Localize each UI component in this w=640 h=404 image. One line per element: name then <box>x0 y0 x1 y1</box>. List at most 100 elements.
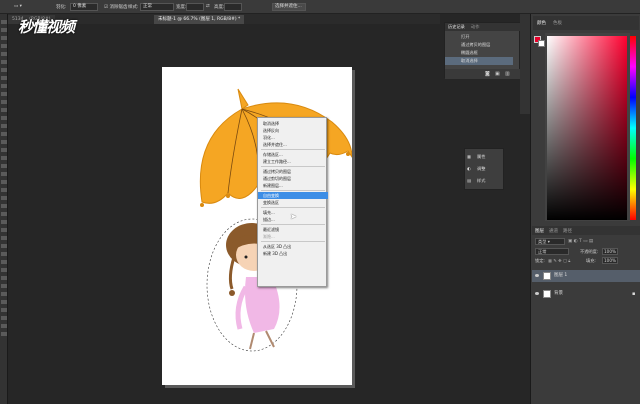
tab-document-2[interactable]: 未标题-1 @ 66.7% (图层 1, RGB/8#) * <box>154 15 245 24</box>
tool-icon[interactable] <box>1 84 7 88</box>
style-select[interactable]: 正常 <box>140 3 174 11</box>
visibility-eye-icon[interactable] <box>535 274 539 277</box>
height-input[interactable] <box>224 3 242 11</box>
styles-button[interactable]: ▤ 样式 <box>465 175 505 187</box>
tool-icon[interactable] <box>1 196 7 200</box>
color-field[interactable] <box>547 36 627 220</box>
width-label: 宽度: <box>176 5 187 10</box>
menu-item[interactable]: 通过剪切的图层 <box>258 175 328 182</box>
camera-icon[interactable]: ▣ <box>495 71 500 77</box>
history-item-selected[interactable]: 取消选择 <box>445 57 513 65</box>
tool-icon[interactable] <box>1 188 7 192</box>
tool-icon[interactable] <box>1 308 7 312</box>
tool-icon[interactable] <box>1 52 7 56</box>
visibility-eye-icon[interactable] <box>535 292 539 295</box>
tool-icon[interactable] <box>1 108 7 112</box>
tool-icon[interactable] <box>1 324 7 328</box>
hue-slider[interactable] <box>630 36 636 220</box>
tool-icon[interactable] <box>1 284 7 288</box>
tool-icon[interactable] <box>1 204 7 208</box>
tool-icon[interactable] <box>1 236 7 240</box>
menu-item[interactable]: 存储选区... <box>258 151 328 158</box>
trash-icon[interactable]: ▥ <box>505 71 510 77</box>
tool-icon[interactable] <box>1 244 7 248</box>
tool-icon[interactable] <box>1 172 7 176</box>
width-input[interactable] <box>186 3 204 11</box>
tool-icon[interactable] <box>1 68 7 72</box>
background-color-swatch[interactable] <box>538 40 545 47</box>
tool-icon[interactable] <box>1 20 7 24</box>
menu-item[interactable]: 通过拷贝的图层 <box>258 168 328 175</box>
menu-item-highlighted[interactable]: 自由变换 <box>258 192 328 199</box>
tool-icon[interactable] <box>1 116 7 120</box>
tool-icon[interactable] <box>1 124 7 128</box>
menu-item[interactable]: 羽化... <box>258 134 328 141</box>
tab-channels[interactable]: 通道 <box>549 228 558 234</box>
tool-icon[interactable] <box>1 332 7 336</box>
tool-icon[interactable] <box>1 148 7 152</box>
antialias-label: 消除锯齿 <box>109 5 128 10</box>
menu-item[interactable]: 选择并遮住... <box>258 141 328 148</box>
tab-color[interactable]: 颜色 <box>537 20 546 26</box>
history-item[interactable]: 椭圆选框 <box>445 49 513 57</box>
menu-item[interactable]: 最近滤镜 <box>258 226 328 233</box>
menu-item[interactable]: 取消选择 <box>258 120 328 127</box>
tool-icon[interactable] <box>1 92 7 96</box>
tool-icon[interactable] <box>1 252 7 256</box>
layer-row[interactable]: 背景 ▪ <box>532 288 640 300</box>
tool-icon[interactable] <box>1 180 7 184</box>
watermark-logo: 秒懂视频 <box>18 18 75 36</box>
select-and-mask-button[interactable]: 选择并遮住... <box>272 3 306 11</box>
tool-icon[interactable] <box>1 228 7 232</box>
properties-label: 属性 <box>477 154 486 159</box>
tool-icon[interactable] <box>1 76 7 80</box>
tool-icon[interactable] <box>1 300 7 304</box>
tool-icon[interactable] <box>1 132 7 136</box>
tool-icon[interactable] <box>1 164 7 168</box>
tool-icon[interactable] <box>1 36 7 40</box>
tool-icon[interactable] <box>1 60 7 64</box>
blend-mode-select[interactable]: 正常 <box>535 248 569 255</box>
tool-icon[interactable] <box>1 28 7 32</box>
layer-row-selected[interactable]: 图层 1 <box>532 270 640 282</box>
swap-icon[interactable]: ⇄ <box>206 4 210 9</box>
tool-icon[interactable] <box>1 268 7 272</box>
tool-icon[interactable] <box>1 44 7 48</box>
antialias-checkbox[interactable]: ☑ 消除锯齿 <box>104 4 127 10</box>
tab-history[interactable]: 历史记录 <box>448 24 465 30</box>
tool-icon[interactable] <box>1 276 7 280</box>
tool-icon[interactable] <box>1 316 7 320</box>
history-item[interactable]: 打开 <box>445 33 513 41</box>
tool-icon[interactable] <box>1 260 7 264</box>
tab-actions[interactable]: 动作 <box>471 24 479 30</box>
feather-input[interactable]: 0 像素 <box>70 3 98 11</box>
layer-filter-kind[interactable]: 类型 ▾ <box>535 238 565 245</box>
tool-icon[interactable] <box>1 212 7 216</box>
tool-icon[interactable] <box>1 100 7 104</box>
tool-icon[interactable] <box>1 156 7 160</box>
menu-item[interactable]: 从选区 3D 凸出 <box>258 243 328 250</box>
tab-layers[interactable]: 图层 <box>535 228 544 234</box>
layers-panel: 图层 通道 路径 类型 ▾ ▣ ◐ T ▭ ▤ 正常 不透明度: 100% 锁定… <box>532 226 640 404</box>
marquee-tool-icon[interactable]: ▭ ▾ <box>14 4 22 9</box>
tool-icon[interactable] <box>1 140 7 144</box>
tab-swatches[interactable]: 色板 <box>553 20 562 26</box>
snapshot-icon[interactable]: ◙ <box>485 71 490 77</box>
history-item[interactable]: 通过拷贝的图层 <box>445 41 513 49</box>
adjustments-label: 调整 <box>477 166 486 171</box>
menu-item[interactable]: 变换选区 <box>258 199 328 206</box>
filter-icons[interactable]: ▣ ◐ T ▭ ▤ <box>568 239 593 244</box>
menu-item[interactable]: 新建图层... <box>258 182 328 189</box>
opacity-input[interactable]: 100% <box>602 248 618 255</box>
menu-item[interactable]: 新建 3D 凸出 <box>258 250 328 257</box>
tab-paths[interactable]: 路径 <box>563 228 572 234</box>
tool-icon[interactable] <box>1 220 7 224</box>
properties-button[interactable]: ▦ 属性 <box>465 151 505 163</box>
menu-item[interactable]: 选择反向 <box>258 127 328 134</box>
fill-input[interactable]: 100% <box>602 257 618 264</box>
tool-icon[interactable] <box>1 292 7 296</box>
lock-icons[interactable]: ▦ ✎ ✥ ▢ 🔒︎ <box>548 258 570 263</box>
styles-icon: ▤ <box>467 178 471 183</box>
menu-item[interactable]: 建立工作路径... <box>258 158 328 165</box>
adjustments-button[interactable]: ◐ 调整 <box>465 163 505 175</box>
